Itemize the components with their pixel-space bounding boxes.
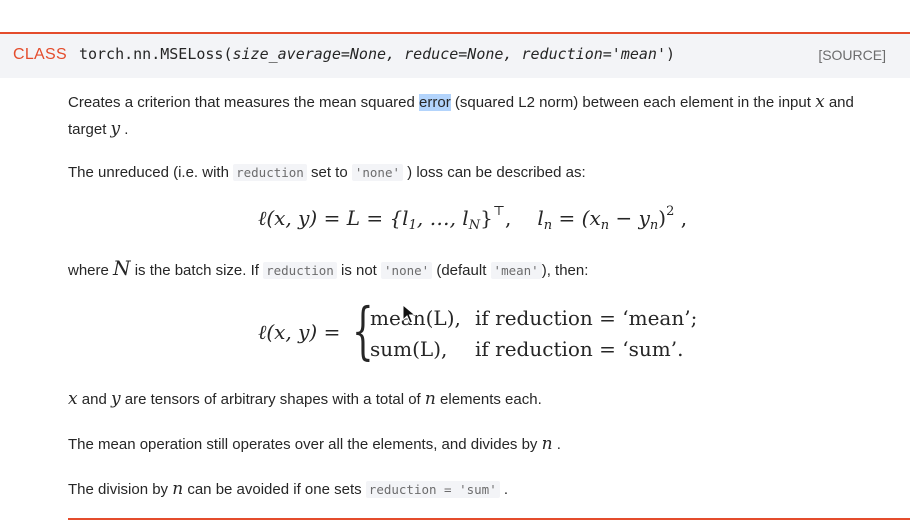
- text: where: [68, 262, 114, 279]
- eq2-cond-sum: if reduction = ‘sum’.: [475, 337, 684, 361]
- math-x: x: [815, 92, 825, 112]
- text: The division by: [68, 481, 173, 498]
- mouse-pointer-icon: [402, 304, 416, 324]
- eq-sep: ,: [505, 206, 512, 230]
- code-mean: 'mean': [490, 262, 542, 279]
- text: elements each.: [435, 391, 542, 408]
- code-reduction-sum: reduction = 'sum': [365, 481, 500, 498]
- division-paragraph: The division by n can be avoided if one …: [68, 477, 508, 502]
- tensor-shape-paragraph: x and y are tensors of arbitrary shapes …: [68, 387, 542, 412]
- text: The unreduced (i.e. with: [68, 164, 234, 181]
- reduction-cond-mean: if reduction = ‘mean’;: [475, 306, 697, 330]
- text: is not: [336, 262, 382, 279]
- eq-mid: , …, l: [416, 206, 469, 230]
- eq-transpose: ⊤: [492, 204, 506, 219]
- eq-sub: n: [600, 218, 610, 233]
- description-paragraph-cont: target y .: [68, 117, 128, 142]
- bottom-accent-rule: [68, 518, 910, 520]
- code-none: 'none': [351, 164, 404, 181]
- code-reduction: reduction: [233, 164, 307, 181]
- text: is the batch size. If: [130, 262, 264, 279]
- reduction-cond-sum: if reduction = ‘sum’.: [475, 337, 683, 361]
- batch-paragraph: where N is the batch size. If reduction …: [68, 256, 588, 283]
- eq-paren: ): [658, 206, 667, 230]
- eq-sub: n: [649, 218, 659, 233]
- text: and: [824, 94, 854, 111]
- text: (squared L2 norm) between each element i…: [450, 94, 816, 111]
- math-y: y: [110, 119, 121, 139]
- math-n: n: [424, 389, 436, 409]
- eq-lhs: ℓ(x, y) = L = {l: [258, 206, 409, 230]
- text: are tensors of arbitrary shapes with a t…: [120, 391, 425, 408]
- eq-minus: − y: [609, 206, 650, 230]
- eq2-sum: sum(L),: [370, 337, 448, 361]
- paren-close: ): [665, 45, 676, 63]
- math-y: y: [110, 389, 121, 409]
- eq2-lhs: ℓ(x, y) =: [258, 320, 341, 344]
- math-n: n: [172, 479, 184, 499]
- text: .: [499, 481, 509, 498]
- loss-equation: ℓ(x, y) = L = {l1, …, lN}⊤, ln = (xn − yn…: [258, 204, 687, 233]
- unreduced-paragraph: The unreduced (i.e. with reduction set t…: [68, 160, 586, 185]
- class-name: torch.nn.MSELoss: [78, 45, 224, 63]
- code-reduction: reduction: [263, 262, 337, 279]
- eq-end: ,: [674, 206, 688, 230]
- math-N: N: [113, 256, 131, 280]
- class-keyword: CLASS: [13, 46, 67, 63]
- text: .: [120, 121, 129, 138]
- code-none: 'none': [381, 262, 433, 279]
- class-signature: CLASS torch.nn.MSELoss(size_average=None,…: [13, 45, 675, 64]
- text: The mean operation still operates over a…: [68, 436, 542, 453]
- text: Creates a criterion that measures the me…: [68, 94, 420, 111]
- eq-rhs: = (x: [552, 206, 601, 230]
- text: ) loss can be described as:: [403, 164, 586, 181]
- source-link[interactable]: [SOURCE]: [818, 47, 886, 63]
- eq-sub: 1: [408, 218, 417, 233]
- text: target: [68, 121, 111, 138]
- text: (default: [432, 262, 491, 279]
- eq-sub: N: [468, 218, 481, 233]
- math-n: n: [541, 434, 553, 454]
- text: can be avoided if one sets: [183, 481, 366, 498]
- class-params: size_average=None, reduce=None, reductio…: [232, 45, 666, 63]
- reduction-row-sum: sum(L),: [370, 337, 447, 361]
- text: ), then:: [541, 262, 589, 279]
- mean-operation-paragraph: The mean operation still operates over a…: [68, 432, 561, 457]
- eq-sub: n: [543, 218, 553, 233]
- reduction-equation-lhs: ℓ(x, y) =: [258, 320, 340, 345]
- math-x: x: [68, 389, 78, 409]
- selected-text[interactable]: error: [419, 94, 451, 111]
- text: and: [77, 391, 111, 408]
- text: set to: [306, 164, 352, 181]
- text: .: [552, 436, 561, 453]
- paren-open: (: [223, 45, 233, 63]
- eq-brace: }: [480, 206, 493, 230]
- eq2-cond-mean: if reduction = ‘mean’;: [475, 306, 698, 330]
- description-paragraph: Creates a criterion that measures the me…: [68, 90, 854, 115]
